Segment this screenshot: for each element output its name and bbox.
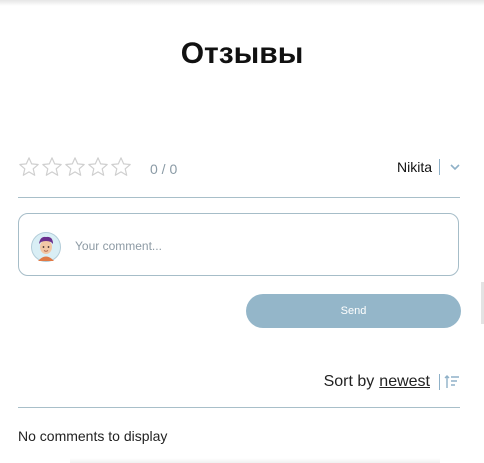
star-outline-icon[interactable] xyxy=(18,156,40,178)
star-outline-icon[interactable] xyxy=(110,156,132,178)
avatar-icon xyxy=(31,232,61,262)
page-title: Отзывы xyxy=(180,37,304,70)
rating-count: 0 / 0 xyxy=(150,161,178,177)
send-button[interactable]: Send xyxy=(246,294,461,328)
divider-bottom xyxy=(18,407,460,408)
empty-state-text: No comments to display xyxy=(18,428,168,444)
bottom-shadow xyxy=(70,458,440,463)
rating-row: 0 / 0 Nikita xyxy=(18,156,460,182)
star-rating[interactable] xyxy=(18,156,132,178)
star-outline-icon[interactable] xyxy=(41,156,63,178)
chevron-down-icon[interactable] xyxy=(450,163,460,171)
sort-control: Sort by newest xyxy=(324,373,460,391)
star-outline-icon[interactable] xyxy=(64,156,86,178)
divider-vertical xyxy=(439,374,440,390)
sort-icon[interactable] xyxy=(444,374,460,390)
comment-input[interactable] xyxy=(75,236,435,256)
user-dropdown[interactable]: Nikita xyxy=(397,159,460,175)
user-name: Nikita xyxy=(396,159,432,175)
comment-box[interactable] xyxy=(18,213,459,276)
sort-option-link[interactable]: newest xyxy=(379,373,430,391)
divider-vertical xyxy=(439,159,440,175)
star-outline-icon[interactable] xyxy=(87,156,109,178)
sort-label: Sort by xyxy=(323,373,375,390)
divider-top xyxy=(18,197,460,198)
top-shadow xyxy=(0,0,484,6)
